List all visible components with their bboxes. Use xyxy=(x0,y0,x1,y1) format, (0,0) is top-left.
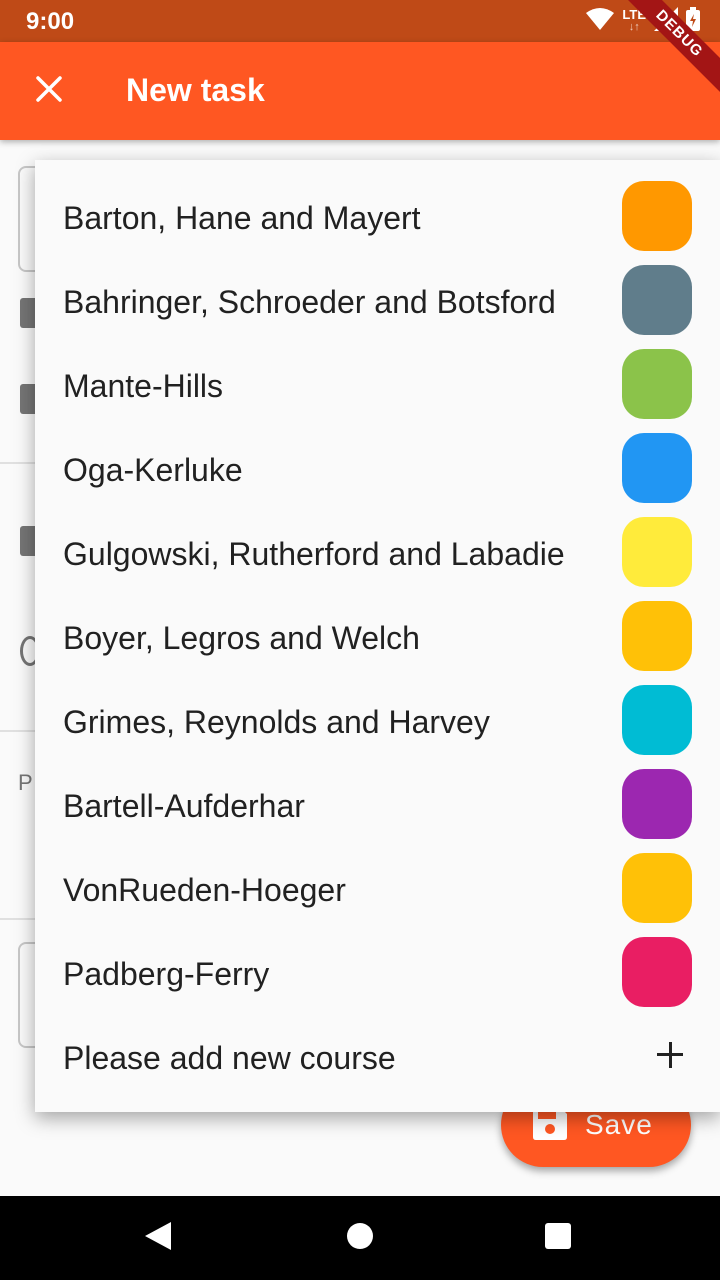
system-nav-bar xyxy=(0,1196,720,1280)
course-name: VonRueden-Hoeger xyxy=(63,871,346,908)
course-item[interactable]: Oga-Kerluke xyxy=(35,428,720,512)
course-name: Mante-Hills xyxy=(63,367,224,404)
course-dropdown-menu: Barton, Hane and Mayert Bahringer, Schroe… xyxy=(35,160,720,1112)
status-time: 9:00 xyxy=(26,8,75,35)
course-color-swatch xyxy=(622,853,692,923)
priority-label: P xyxy=(18,770,33,795)
course-name: Boyer, Legros and Welch xyxy=(63,619,420,656)
course-name: Barton, Hane and Mayert xyxy=(63,199,421,236)
add-course-label: Please add new course xyxy=(63,1039,396,1076)
add-course-item[interactable]: Please add new course xyxy=(35,1016,720,1100)
course-item[interactable]: Mante-Hills xyxy=(35,344,720,428)
wifi-icon xyxy=(586,7,615,35)
course-color-swatch xyxy=(622,769,692,839)
close-icon xyxy=(36,75,62,107)
course-item[interactable]: Bartell-Aufderhar xyxy=(35,764,720,848)
home-icon xyxy=(346,1222,374,1255)
course-color-swatch xyxy=(622,517,692,587)
course-name: Bahringer, Schroeder and Botsford xyxy=(63,283,556,320)
recents-icon xyxy=(545,1222,571,1254)
course-item[interactable]: Grimes, Reynolds and Harvey xyxy=(35,680,720,764)
plus-icon xyxy=(655,1040,685,1070)
course-name: Grimes, Reynolds and Harvey xyxy=(63,703,490,740)
close-button[interactable] xyxy=(22,64,76,118)
course-color-swatch xyxy=(622,349,692,419)
course-item[interactable]: Bahringer, Schroeder and Botsford xyxy=(35,260,720,344)
course-color-swatch xyxy=(622,265,692,335)
recents-button[interactable] xyxy=(534,1214,582,1262)
home-button[interactable] xyxy=(336,1214,384,1262)
save-label: Save xyxy=(585,1109,653,1140)
page-title: New task xyxy=(126,72,265,108)
course-color-swatch xyxy=(622,181,692,251)
course-color-swatch xyxy=(622,937,692,1007)
course-color-swatch xyxy=(622,685,692,755)
course-name: Oga-Kerluke xyxy=(63,451,243,488)
course-name: Bartell-Aufderhar xyxy=(63,787,305,824)
course-item[interactable]: Boyer, Legros and Welch xyxy=(35,596,720,680)
course-color-swatch xyxy=(622,433,692,503)
course-item[interactable]: Barton, Hane and Mayert xyxy=(35,176,720,260)
status-bar: 9:00 LTE ↓↑ xyxy=(0,0,720,42)
back-button[interactable] xyxy=(134,1214,182,1262)
app-bar: New task xyxy=(0,42,720,140)
course-color-swatch xyxy=(622,601,692,671)
course-item[interactable]: Padberg-Ferry xyxy=(35,932,720,1016)
course-name: Padberg-Ferry xyxy=(63,955,270,992)
course-item[interactable]: VonRueden-Hoeger xyxy=(35,848,720,932)
course-item[interactable]: Gulgowski, Rutherford and Labadie xyxy=(35,512,720,596)
back-icon xyxy=(145,1221,171,1255)
course-name: Gulgowski, Rutherford and Labadie xyxy=(63,535,565,572)
